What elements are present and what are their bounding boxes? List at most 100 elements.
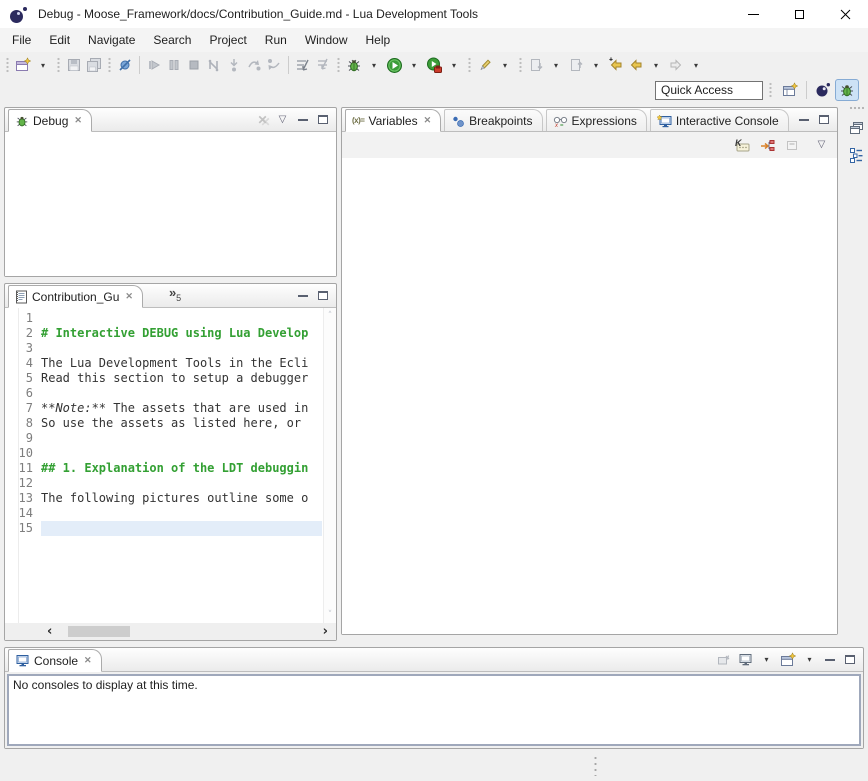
drop-to-frame-button-disabled[interactable] (313, 54, 333, 76)
menu-item-help[interactable]: Help (357, 30, 400, 50)
toolbar-grip[interactable] (768, 82, 773, 98)
quick-access-box[interactable]: Quick Access (655, 81, 763, 100)
editor-line-3[interactable]: 3 (5, 341, 336, 356)
menu-item-file[interactable]: File (3, 30, 40, 50)
scrollbar-track[interactable] (57, 626, 317, 637)
editor-line-2[interactable]: 2# Interactive DEBUG using Lua Develop (5, 326, 336, 341)
lua-perspective-button[interactable] (811, 79, 835, 101)
menu-item-window[interactable]: Window (296, 30, 357, 50)
editor-line-11[interactable]: 11## 1. Explanation of the LDT debuggin (5, 461, 336, 476)
disconnect-button-disabled[interactable] (204, 54, 224, 76)
minimize-view-button[interactable] (823, 651, 836, 669)
step-into-button-disabled[interactable] (224, 54, 244, 76)
show-logical-structures-button[interactable] (760, 136, 776, 154)
debug-dropdown[interactable]: ▾ (364, 54, 384, 76)
back-dropdown[interactable]: ▾ (646, 54, 666, 76)
restore-view-button[interactable] (849, 119, 864, 137)
run-dropdown[interactable]: ▾ (404, 54, 424, 76)
view-menu-icon[interactable]: ▽ (815, 136, 828, 154)
tab-close-icon[interactable]: ✕ (84, 655, 92, 666)
previous-annotation-dropdown[interactable]: ▾ (586, 54, 606, 76)
open-console-dropdown[interactable]: ▾ (803, 651, 816, 669)
display-console-dropdown[interactable]: ▾ (760, 651, 773, 669)
tab-contribution-guide[interactable]: Contribution_Gu ✕ (8, 285, 143, 308)
editor-line-1[interactable]: 1 (5, 311, 336, 326)
minimize-view-button[interactable] (296, 287, 309, 305)
toolbar-grip[interactable] (56, 57, 61, 73)
debug-button[interactable] (344, 54, 364, 76)
editor-line-7[interactable]: 7**Note:** The assets that are used in (5, 401, 336, 416)
tab-interactive-console[interactable]: Interactive Console (650, 109, 789, 131)
menu-item-run[interactable]: Run (256, 30, 296, 50)
remove-all-terminated-icon[interactable]: ✕ (256, 111, 269, 129)
external-tools-button[interactable] (424, 54, 444, 76)
new-wizard-dropdown[interactable]: ▾ (33, 54, 53, 76)
editor-line-4[interactable]: 4The Lua Development Tools in the Ecli (5, 356, 336, 371)
status-bar-grip[interactable] (594, 755, 597, 776)
tab-expressions[interactable]: x= Expressions (546, 109, 647, 131)
suspend-button-disabled[interactable] (164, 54, 184, 76)
tab-variables[interactable]: (x)= Variables ✕ (345, 109, 441, 132)
window-maximize-button[interactable] (776, 0, 822, 28)
step-over-button-disabled[interactable] (244, 54, 264, 76)
external-tools-dropdown[interactable]: ▾ (444, 54, 464, 76)
editor-line-14[interactable]: 14 (5, 506, 336, 521)
editor-horizontal-scrollbar[interactable]: ‹ › (5, 623, 336, 640)
editor-line-9[interactable]: 9 (5, 431, 336, 446)
trim-grip[interactable] (849, 106, 864, 110)
pin-console-button-disabled[interactable] (716, 651, 731, 669)
console-message-area[interactable]: No consoles to display at this time. (7, 674, 861, 746)
editor-line-10[interactable]: 10 (5, 446, 336, 461)
forward-button-disabled[interactable] (666, 54, 686, 76)
menu-item-edit[interactable]: Edit (40, 30, 79, 50)
scroll-down-icon[interactable]: ˅ (328, 610, 333, 620)
scroll-left-icon[interactable]: ‹ (47, 625, 52, 638)
window-minimize-button[interactable] (730, 0, 776, 28)
mark-occurrences-button[interactable] (475, 54, 495, 76)
toolbar-grip[interactable] (518, 57, 523, 73)
minimize-view-button[interactable] (797, 111, 810, 129)
new-wizard-button[interactable] (13, 54, 33, 76)
next-annotation-button-disabled[interactable] (526, 54, 546, 76)
editor-line-8[interactable]: 8So use the assets as listed here, or (5, 416, 336, 431)
menu-item-navigate[interactable]: Navigate (79, 30, 144, 50)
editor-vertical-scrollbar[interactable]: ˄ ˅ (323, 308, 336, 623)
window-close-button[interactable] (822, 0, 868, 28)
use-step-filters-button[interactable] (293, 54, 313, 76)
maximize-view-button[interactable] (316, 111, 329, 129)
outline-view-button[interactable] (849, 146, 864, 164)
maximize-view-button[interactable] (316, 287, 329, 305)
maximize-view-button[interactable] (843, 651, 856, 669)
show-type-names-button[interactable]: K (734, 136, 751, 154)
minimize-view-button[interactable] (296, 111, 309, 129)
editor-line-15[interactable]: 15 (5, 521, 336, 536)
scrollbar-thumb[interactable] (68, 626, 130, 637)
skip-all-breakpoints-button[interactable] (115, 54, 135, 76)
toolbar-grip[interactable] (467, 57, 472, 73)
editor-line-6[interactable]: 6 (5, 386, 336, 401)
toolbar-grip[interactable] (5, 57, 10, 73)
editor-lines[interactable]: 12# Interactive DEBUG using Lua Develop3… (5, 308, 336, 623)
next-annotation-dropdown[interactable]: ▾ (546, 54, 566, 76)
tab-breakpoints[interactable]: Breakpoints (444, 109, 542, 131)
previous-annotation-button-disabled[interactable] (566, 54, 586, 76)
debug-perspective-button[interactable] (835, 79, 859, 101)
open-perspective-button[interactable] (778, 79, 802, 101)
step-return-button-disabled[interactable] (264, 54, 284, 76)
view-menu-icon[interactable]: ▽ (276, 111, 289, 129)
scroll-right-icon[interactable]: › (323, 625, 328, 638)
tab-close-icon[interactable]: ✕ (74, 115, 82, 126)
editor-content[interactable]: 12# Interactive DEBUG using Lua Develop3… (5, 308, 336, 640)
run-button[interactable] (384, 54, 404, 76)
forward-dropdown[interactable]: ▾ (686, 54, 706, 76)
editor-line-12[interactable]: 12 (5, 476, 336, 491)
collapse-all-button-disabled[interactable] (785, 136, 800, 154)
tab-console[interactable]: Console ✕ (8, 649, 102, 672)
toolbar-grip[interactable] (107, 57, 112, 73)
menu-item-search[interactable]: Search (144, 30, 200, 50)
menu-item-project[interactable]: Project (200, 30, 255, 50)
back-button[interactable] (626, 54, 646, 76)
tab-close-icon[interactable]: ✕ (424, 115, 432, 126)
display-selected-console-button[interactable] (738, 651, 753, 669)
tab-debug[interactable]: Debug ✕ (8, 109, 92, 132)
